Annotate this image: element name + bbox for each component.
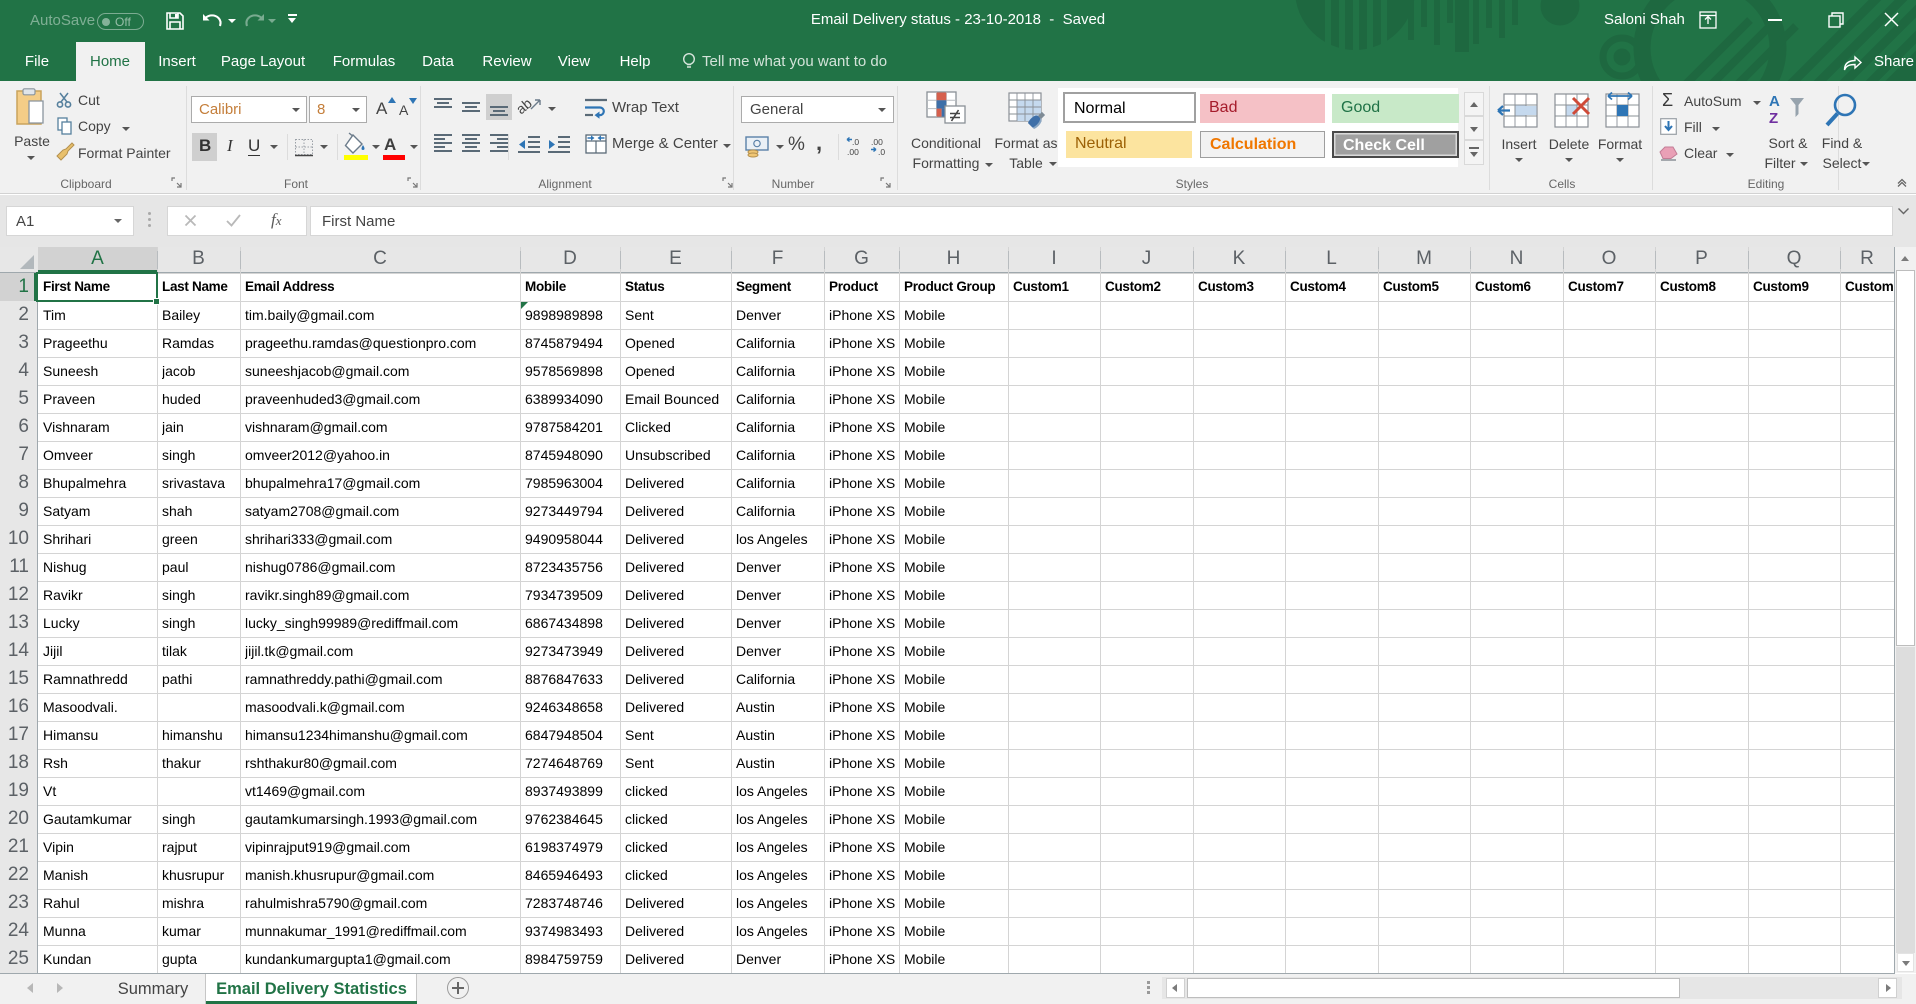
svg-text:.00: .00 [871, 137, 883, 147]
svg-text:.00: .00 [847, 147, 859, 157]
svg-text:Z: Z [1769, 110, 1778, 127]
svg-text:.0: .0 [852, 137, 859, 147]
svg-text:.0: .0 [878, 147, 885, 157]
svg-text:A: A [1769, 93, 1780, 110]
